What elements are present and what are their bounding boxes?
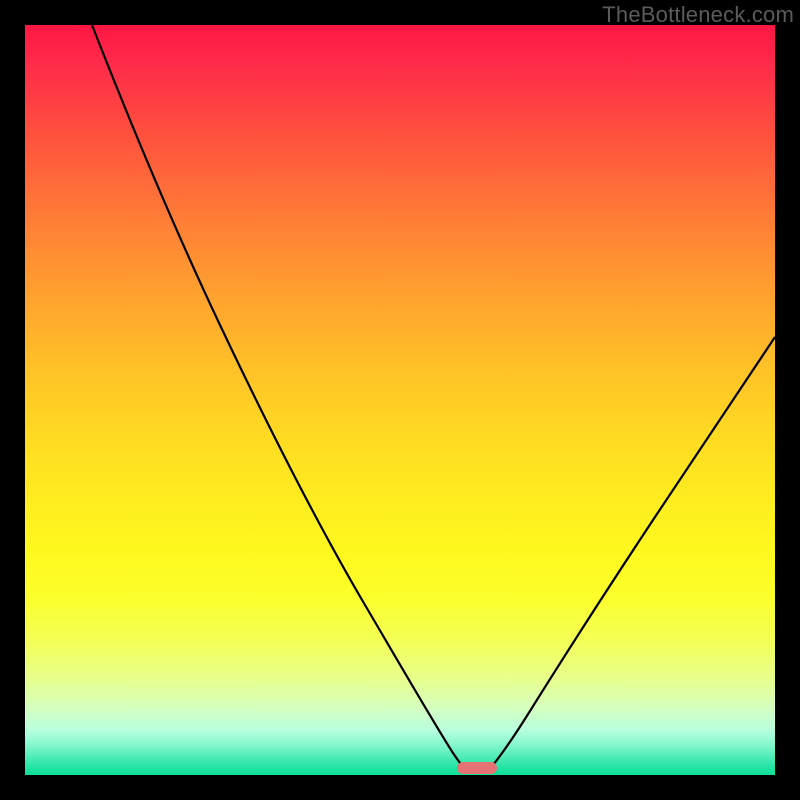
watermark-text: TheBottleneck.com (602, 2, 794, 28)
chart-container: TheBottleneck.com (0, 0, 800, 800)
x-axis-band (25, 775, 775, 800)
optimal-marker (457, 762, 497, 774)
y-axis-band (0, 0, 25, 800)
curve-layer (25, 25, 775, 775)
left-branch-curve (92, 25, 466, 771)
right-branch-curve (488, 337, 775, 771)
